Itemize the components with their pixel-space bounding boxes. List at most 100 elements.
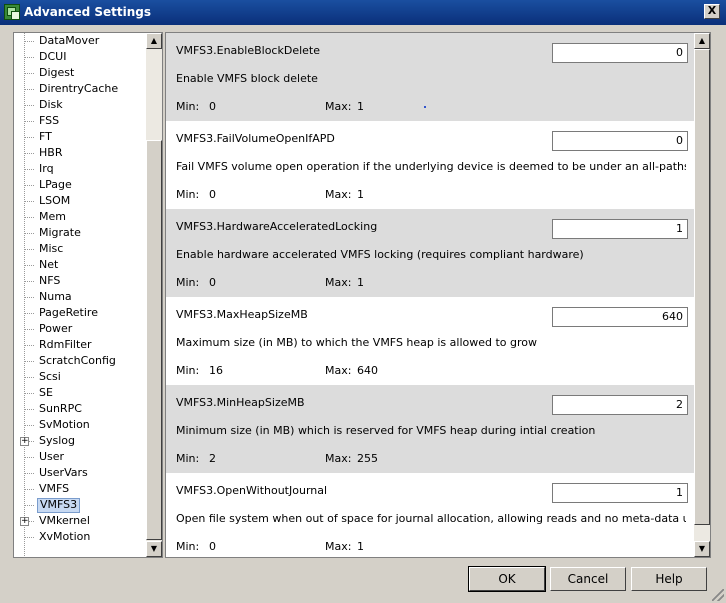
tree-item[interactable]: Scsi [14, 369, 147, 385]
tree-item[interactable]: User [14, 449, 147, 465]
setting-name: VMFS3.MaxHeapSizeMB [176, 308, 308, 321]
tree-connector [25, 265, 35, 266]
tree-connector [25, 201, 35, 202]
tree-item-label: ScratchConfig [39, 354, 116, 367]
expand-plus-icon[interactable]: + [20, 517, 29, 526]
setting-value-input[interactable]: 1 [552, 219, 688, 239]
settings-scroll-thumb[interactable] [694, 49, 710, 525]
tree-connector [25, 345, 35, 346]
tree-item[interactable]: ScratchConfig [14, 353, 147, 369]
tree-item[interactable]: VMFS3 [14, 497, 147, 513]
tree-scroll-up-arrow-icon[interactable]: ▲ [146, 33, 162, 49]
max-value: 640 [357, 364, 378, 377]
tree-item[interactable]: Numa [14, 289, 147, 305]
tree-item[interactable]: LPage [14, 177, 147, 193]
settings-scroll-up-arrow-icon[interactable]: ▲ [694, 33, 710, 49]
ok-button[interactable]: OK [468, 566, 546, 592]
tree-connector [25, 153, 35, 154]
min-value: 0 [209, 540, 216, 553]
settings-panel: VMFS3.EnableBlockDelete Enable VMFS block… [165, 32, 711, 558]
tree-item[interactable]: FT [14, 129, 147, 145]
setting-row: VMFS3.FailVolumeOpenIfAPD Fail VMFS volum… [166, 121, 695, 209]
tree-item[interactable]: Misc [14, 241, 147, 257]
tree-connector [25, 233, 35, 234]
tree-connector [25, 393, 35, 394]
tree-item[interactable]: Migrate [14, 225, 147, 241]
setting-value-input[interactable]: 640 [552, 307, 688, 327]
close-button[interactable]: X [704, 4, 720, 19]
tree-item-label: Power [39, 322, 73, 335]
tree-connector [25, 121, 35, 122]
tree-scroll-down-arrow-icon[interactable]: ▼ [146, 541, 162, 557]
tree-item-label: Scsi [39, 370, 61, 383]
tree-item[interactable]: Disk [14, 97, 147, 113]
tree-item[interactable]: SunRPC [14, 401, 147, 417]
tree-connector [25, 249, 35, 250]
setting-name: VMFS3.HardwareAcceleratedLocking [176, 220, 378, 233]
help-button[interactable]: Help [631, 567, 707, 591]
tree-item[interactable]: LSOM [14, 193, 147, 209]
tree-connector [25, 185, 35, 186]
cancel-button[interactable]: Cancel [550, 567, 626, 591]
resize-grip-icon[interactable] [712, 589, 724, 601]
max-value: 255 [357, 452, 378, 465]
min-label: Min: [176, 188, 200, 201]
tree-item[interactable]: Mem [14, 209, 147, 225]
max-label: Max: [325, 100, 352, 113]
tree-item[interactable]: SE [14, 385, 147, 401]
setting-row: VMFS3.MaxHeapSizeMB Maximum size (in MB) … [166, 297, 695, 385]
tree-connector [25, 217, 35, 218]
tree-item[interactable]: DirentryCache [14, 81, 147, 97]
tree-connector [25, 473, 35, 474]
tree-scroll-thumb[interactable] [146, 140, 162, 540]
tree-item-label: Syslog [39, 434, 75, 447]
tree-item[interactable]: Irq [14, 161, 147, 177]
tree-item-label: Irq [39, 162, 54, 175]
setting-description: Enable VMFS block delete [176, 72, 318, 85]
tree-connector [25, 361, 35, 362]
tree-connector [25, 489, 35, 490]
tree-item[interactable]: XvMotion [14, 529, 147, 545]
expand-plus-icon[interactable]: + [20, 437, 29, 446]
tree-item-label: VMkernel [39, 514, 90, 527]
tree-item-label: FT [39, 130, 52, 143]
tree-connector [25, 409, 35, 410]
app-icon [4, 4, 20, 20]
tree-item[interactable]: SvMotion [14, 417, 147, 433]
tree-item-label: Net [39, 258, 59, 271]
tree-item[interactable]: UserVars [14, 465, 147, 481]
setting-name: VMFS3.FailVolumeOpenIfAPD [176, 132, 335, 145]
tree-item-label: VMFS3 [37, 498, 81, 513]
tree-item-label: Migrate [39, 226, 81, 239]
tree-item[interactable]: PageRetire [14, 305, 147, 321]
tree-item[interactable]: RdmFilter [14, 337, 147, 353]
tree-item[interactable]: NFS [14, 273, 147, 289]
tree-item-label: VMFS [39, 482, 70, 495]
tree-item-label: XvMotion [39, 530, 91, 543]
setting-description: Fail VMFS volume open operation if the u… [176, 160, 686, 173]
setting-value-input[interactable]: 0 [552, 43, 688, 63]
setting-value-input[interactable]: 0 [552, 131, 688, 151]
tree-item[interactable]: Net [14, 257, 147, 273]
tree-item[interactable]: HBR [14, 145, 147, 161]
tree-item[interactable]: Power [14, 321, 147, 337]
settings-scroll-down-arrow-icon[interactable]: ▼ [694, 541, 710, 557]
setting-value-input[interactable]: 1 [552, 483, 688, 503]
tree-item[interactable]: Digest [14, 65, 147, 81]
setting-value-input[interactable]: 2 [552, 395, 688, 415]
min-value: 0 [209, 188, 216, 201]
max-label: Max: [325, 364, 352, 377]
min-value: 0 [209, 100, 216, 113]
tree-item[interactable]: FSS [14, 113, 147, 129]
tree-item[interactable]: DCUI [14, 49, 147, 65]
tree-item[interactable]: VMFS [14, 481, 147, 497]
min-label: Min: [176, 452, 200, 465]
tree-item[interactable]: + VMkernel [14, 513, 147, 529]
settings-scrollbar[interactable]: ▲ ▼ [694, 33, 710, 557]
tree-scrollbar[interactable]: ▲ ▼ [146, 33, 162, 557]
tree-item[interactable]: + Syslog [14, 433, 147, 449]
tree-item[interactable]: DataMover [14, 33, 147, 49]
setting-name: VMFS3.OpenWithoutJournal [176, 484, 328, 497]
tree-item-label: FSS [39, 114, 60, 127]
tree-item-label: DCUI [39, 50, 67, 63]
